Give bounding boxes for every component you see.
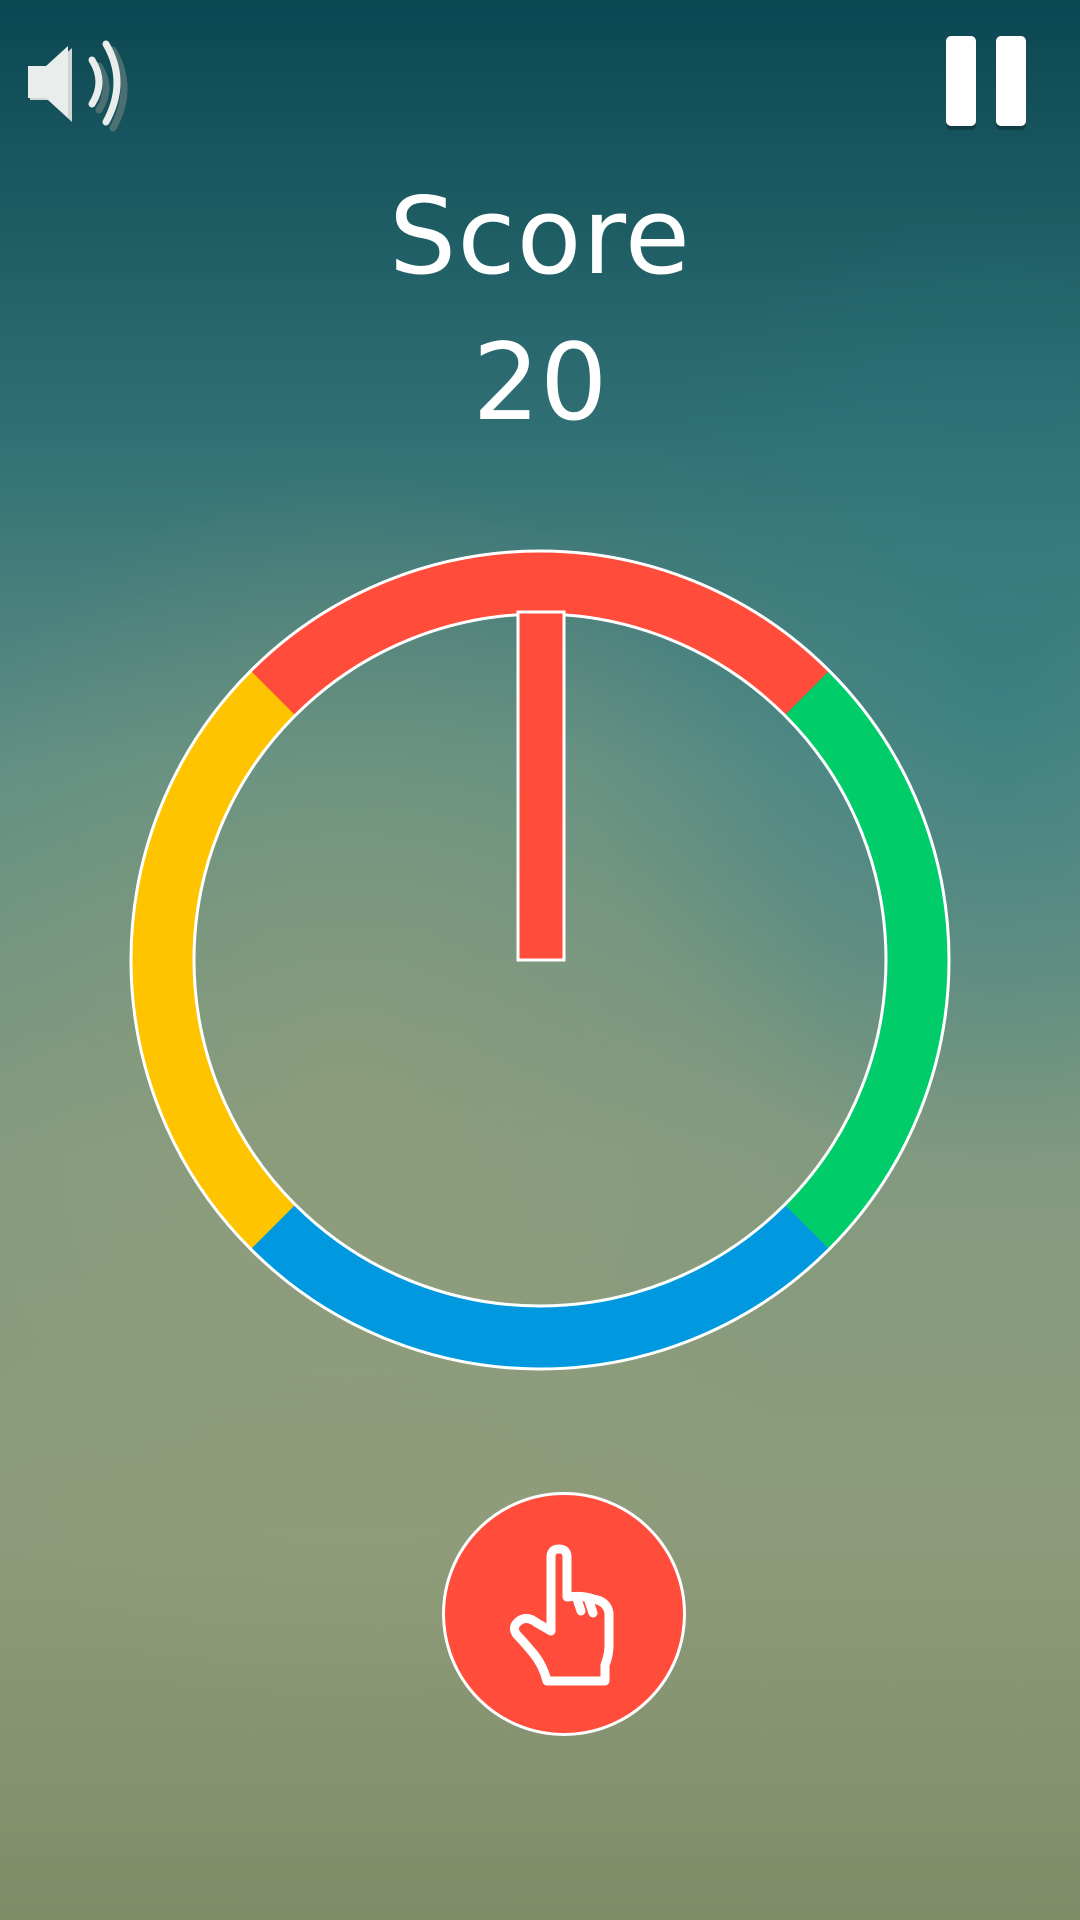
wheel-segment-blue <box>250 1204 830 1369</box>
tap-button[interactable] <box>442 1492 686 1736</box>
wheel-needle <box>516 610 566 962</box>
wheel-segment-yellow <box>131 670 296 1250</box>
wheel-segment-green <box>784 670 950 1250</box>
pointing-hand-icon <box>509 1544 614 1686</box>
